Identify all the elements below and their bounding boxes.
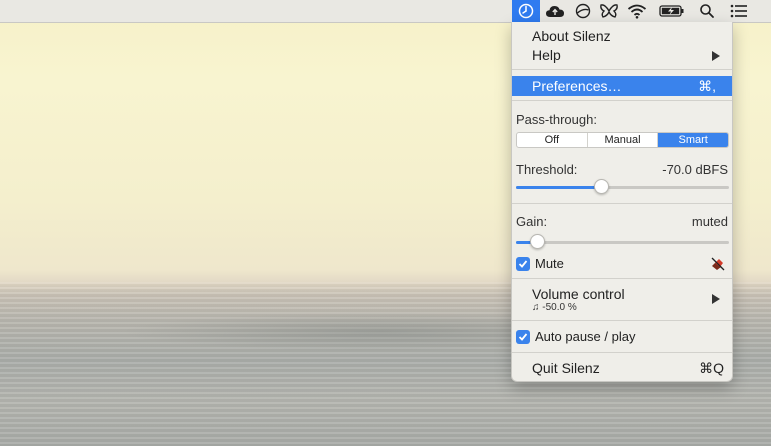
- separator: [512, 320, 732, 321]
- submenu-arrow-icon: [712, 51, 720, 61]
- search-icon[interactable]: [693, 0, 721, 22]
- battery-charging-icon[interactable]: [657, 0, 687, 22]
- separator: [512, 100, 732, 101]
- mute-label: Mute: [535, 256, 564, 271]
- passthrough-manual[interactable]: Manual: [588, 133, 659, 147]
- music-note-icon: ♫: [532, 302, 540, 313]
- separator: [512, 352, 732, 353]
- submenu-arrow-icon: [712, 294, 720, 304]
- volume-subtitle: ♫ -50.0 %: [532, 302, 577, 313]
- autopause-checkbox[interactable]: [516, 330, 530, 344]
- volume-value: -50.0 %: [542, 302, 577, 313]
- threshold-value: -70.0 dBFS: [662, 162, 728, 177]
- gain-value: muted: [691, 214, 728, 229]
- checkmark-icon: [518, 260, 528, 268]
- mute-checkbox[interactable]: [516, 257, 530, 271]
- gain-label: Gain:: [516, 214, 548, 229]
- threshold-slider-knob[interactable]: [593, 179, 609, 194]
- passthrough-label: Pass-through:: [516, 112, 597, 127]
- menu-item-volume-control[interactable]: Volume control: [512, 284, 732, 304]
- menu-item-help[interactable]: Help: [512, 45, 732, 65]
- volume-control-label: Volume control: [532, 286, 625, 302]
- quit-shortcut: ⌘Q: [699, 360, 724, 376]
- preferences-label: Preferences…: [532, 78, 622, 94]
- silenz-icon[interactable]: [512, 0, 540, 22]
- passthrough-smart[interactable]: Smart: [658, 133, 728, 147]
- about-label: About Silenz: [532, 28, 611, 44]
- checkmark-icon: [518, 333, 528, 341]
- preferences-shortcut: ⌘,: [698, 78, 716, 94]
- help-label: Help: [532, 47, 561, 63]
- wifi-icon[interactable]: [623, 0, 651, 22]
- menu-item-quit[interactable]: Quit Silenz ⌘Q: [512, 358, 732, 378]
- threshold-slider-fill: [516, 186, 601, 189]
- gain-slider-knob[interactable]: [529, 234, 545, 249]
- menu-item-preferences[interactable]: Preferences… ⌘,: [512, 76, 732, 96]
- separator: [512, 278, 732, 279]
- silenz-menu: About Silenz Help Preferences… ⌘, Pass-t…: [511, 22, 733, 382]
- circle-slash-icon[interactable]: [569, 0, 597, 22]
- menu-bar: [0, 0, 771, 23]
- muted-speaker-icon: [710, 256, 726, 275]
- butterfly-icon[interactable]: [595, 0, 623, 22]
- passthrough-off[interactable]: Off: [517, 133, 588, 147]
- separator: [512, 69, 732, 70]
- gain-slider[interactable]: [516, 234, 729, 249]
- threshold-slider[interactable]: [516, 179, 729, 194]
- separator: [512, 203, 732, 204]
- passthrough-segmented-control: Off Manual Smart: [516, 132, 729, 148]
- list-icon[interactable]: [725, 0, 753, 22]
- cloud-upload-icon[interactable]: [541, 0, 569, 22]
- threshold-label: Threshold:: [516, 162, 578, 177]
- autopause-label: Auto pause / play: [535, 329, 636, 344]
- menu-item-about[interactable]: About Silenz: [512, 26, 732, 46]
- quit-label: Quit Silenz: [532, 360, 600, 376]
